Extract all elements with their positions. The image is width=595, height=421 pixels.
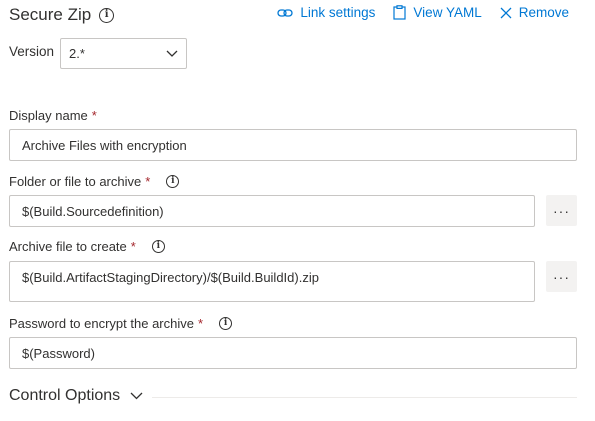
folder-browse-button[interactable]: ···	[546, 195, 577, 226]
archive-label: Archive file to create	[9, 239, 127, 254]
info-icon[interactable]: i	[151, 240, 165, 253]
section-divider	[152, 397, 577, 398]
view-yaml-button[interactable]: View YAML	[393, 5, 482, 20]
info-icon[interactable]: i	[219, 317, 233, 330]
password-value: $(Password)	[22, 345, 95, 361]
link-settings-button[interactable]: Link settings	[277, 5, 375, 20]
required-marker: *	[145, 174, 151, 189]
version-label: Version	[9, 44, 55, 59]
folder-field[interactable]: $(Build.Sourcedefinition)	[9, 195, 535, 227]
required-marker: *	[197, 316, 204, 331]
view-yaml-label: View YAML	[413, 5, 482, 20]
folder-label-row: Folder or file to archive * i	[9, 174, 180, 189]
archive-field[interactable]: $(Build.ArtifactStagingDirectory)/$(Buil…	[9, 261, 535, 302]
more-icon: ···	[553, 202, 570, 219]
archive-browse-button[interactable]: ···	[546, 261, 577, 292]
close-icon	[500, 7, 512, 18]
info-icon[interactable]: i	[166, 175, 180, 188]
version-select[interactable]: 2.*	[60, 38, 187, 69]
task-title: Secure Zip i	[9, 5, 115, 25]
password-field[interactable]: $(Password)	[9, 337, 577, 369]
clipboard-icon	[393, 5, 407, 20]
task-toolbar: Link settings View YAML Remove	[277, 5, 569, 20]
info-icon[interactable]: i	[99, 7, 115, 23]
archive-label-row: Archive file to create * i	[9, 239, 165, 254]
display-name-label-row: Display name *	[9, 108, 97, 123]
link-icon	[277, 8, 294, 17]
required-marker: *	[130, 239, 136, 254]
password-label: Password to encrypt the archive	[9, 316, 194, 331]
remove-button[interactable]: Remove	[500, 5, 569, 20]
folder-value: $(Build.Sourcedefinition)	[22, 203, 164, 219]
control-options-toggle[interactable]: Control Options	[9, 387, 143, 405]
chevron-down-icon	[166, 50, 178, 57]
display-name-field[interactable]: Archive Files with encryption	[9, 129, 577, 161]
control-options-label: Control Options	[9, 387, 121, 404]
folder-label: Folder or file to archive	[9, 174, 142, 189]
task-title-text: Secure Zip	[9, 5, 92, 24]
display-name-value: Archive Files with encryption	[22, 137, 187, 153]
remove-label: Remove	[518, 5, 569, 20]
password-label-row: Password to encrypt the archive * i	[9, 316, 233, 331]
version-value: 2.*	[69, 46, 85, 61]
display-name-label: Display name	[9, 108, 88, 123]
chevron-down-icon	[130, 392, 143, 400]
more-icon: ···	[553, 268, 570, 285]
archive-value: $(Build.ArtifactStagingDirectory)/$(Buil…	[22, 270, 319, 285]
required-marker: *	[91, 108, 97, 123]
link-settings-label: Link settings	[300, 5, 376, 20]
